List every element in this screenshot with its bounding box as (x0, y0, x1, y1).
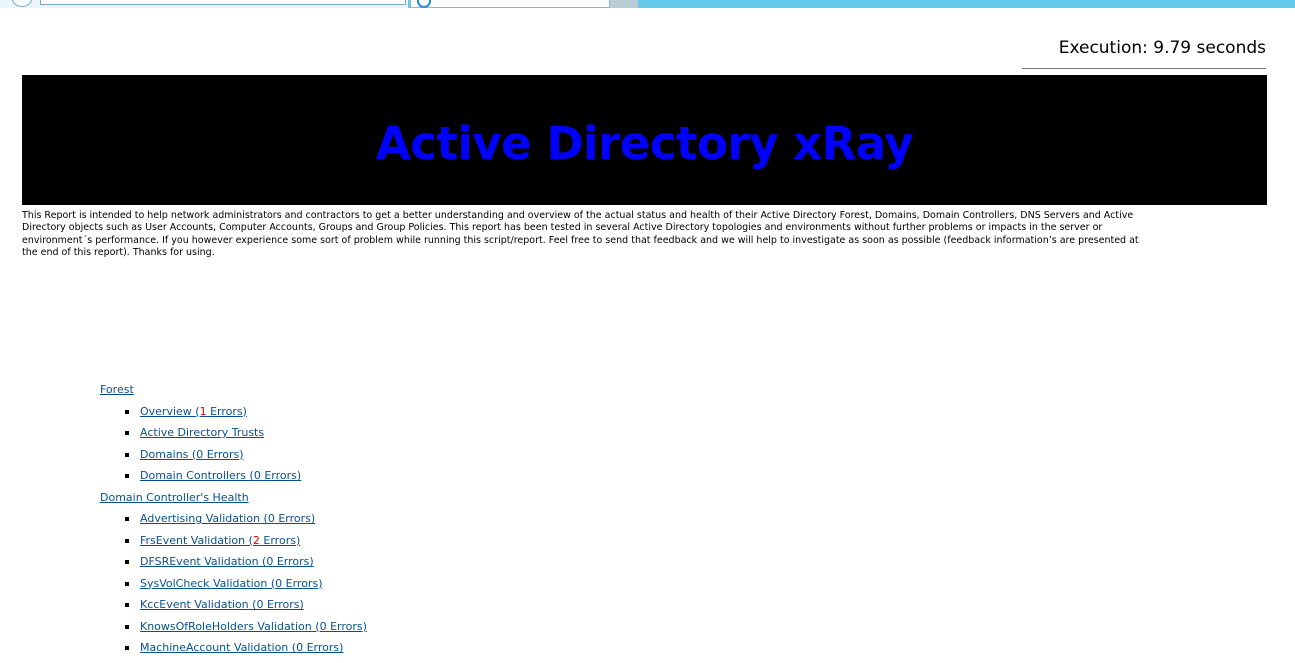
list-item: Advertising Validation (0 Errors) (100, 511, 367, 533)
toc-link-dc-health[interactable]: Domain Controller's Health (100, 491, 249, 504)
error-count: 1 (199, 404, 207, 418)
execution-time: Execution: 9.79 seconds (1058, 38, 1266, 58)
toc-section-dc-health: Domain Controller's Health (100, 490, 367, 512)
list-item: DFSREvent Validation (0 Errors) (100, 554, 367, 576)
error-count: 2 (252, 533, 260, 547)
list-item: MachineAccount Validation (0 Errors) (100, 640, 367, 662)
browser-chrome-strip (0, 0, 1295, 8)
table-of-contents: Forest Overview (1 Errors) Active Direct… (100, 382, 367, 662)
report-intro: This Report is intended to help network … (22, 210, 1139, 259)
list-item: Domain Controllers (0 Errors) (100, 468, 367, 490)
address-bar[interactable] (40, 0, 406, 5)
error-count: 0 (319, 619, 327, 633)
execution-underline (1022, 68, 1266, 69)
error-count: 0 (296, 641, 304, 654)
list-item: KnowsOfRoleHolders Validation (0 Errors) (100, 619, 367, 641)
toc-link-advertising[interactable]: Advertising Validation (0 Errors) (140, 512, 315, 525)
toc-section-forest: Forest (100, 382, 367, 404)
new-tab-button[interactable] (610, 0, 638, 8)
list-item: Active Directory Trusts (100, 425, 367, 447)
toc-link-dfsrevent[interactable]: DFSREvent Validation (0 Errors) (140, 555, 314, 568)
toc-link-knowsofroleholders[interactable]: KnowsOfRoleHolders Validation (0 Errors) (140, 620, 367, 633)
report-title: Active Directory xRay (375, 116, 914, 170)
error-count: 0 (266, 555, 274, 568)
error-count: 0 (267, 512, 275, 525)
list-item: KccEvent Validation (0 Errors) (100, 597, 367, 619)
toc-link-sysvolcheck[interactable]: SysVolCheck Validation (0 Errors) (140, 577, 322, 590)
error-count: 0 (253, 469, 261, 482)
toc-forest-list: Overview (1 Errors) Active Directory Tru… (100, 404, 367, 490)
toolbar-area (0, 0, 408, 8)
browser-tab[interactable] (410, 0, 610, 8)
back-button[interactable] (12, 0, 32, 7)
toc-link-machineaccount[interactable]: MachineAccount Validation (0 Errors) (140, 641, 343, 654)
list-item: SysVolCheck Validation (0 Errors) (100, 576, 367, 598)
toc-link-overview[interactable]: Overview (1 Errors) (140, 405, 247, 418)
report-banner: Active Directory xRay (22, 75, 1267, 205)
toc-link-kccevent[interactable]: KccEvent Validation (0 Errors) (140, 598, 304, 611)
toc-link-forest[interactable]: Forest (100, 383, 134, 396)
list-item: Overview (1 Errors) (100, 404, 367, 426)
toc-link-frsevent[interactable]: FrsEvent Validation (2 Errors) (140, 534, 300, 547)
toc-link-domains[interactable]: Domains (0 Errors) (140, 448, 244, 461)
toc-dc-health-list: Advertising Validation (0 Errors) FrsEve… (100, 511, 367, 662)
list-item: FrsEvent Validation (2 Errors) (100, 533, 367, 555)
error-count: 0 (256, 598, 264, 611)
toc-link-domain-controllers[interactable]: Domain Controllers (0 Errors) (140, 469, 301, 482)
list-item: Domains (0 Errors) (100, 447, 367, 469)
ie-icon (417, 0, 431, 8)
error-count: 0 (196, 447, 204, 461)
error-count: 0 (275, 576, 283, 590)
toc-link-ad-trusts[interactable]: Active Directory Trusts (140, 426, 264, 439)
